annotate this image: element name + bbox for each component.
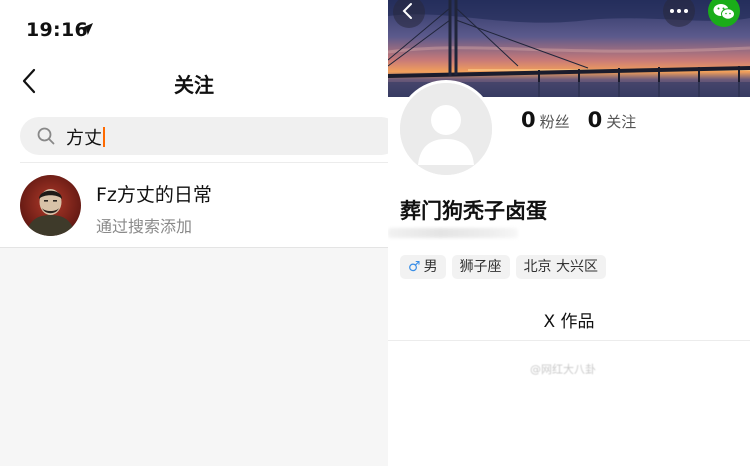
search-result-item[interactable]: Fz方丈的日常 通过搜索添加 (0, 163, 388, 247)
gender-tag: ♂ 男 (400, 255, 446, 279)
chevron-left-icon (402, 3, 412, 19)
search-bar[interactable]: 方丈 (20, 117, 388, 155)
profile-stats: 0 粉丝 0 关注 (521, 108, 636, 132)
search-icon (37, 127, 55, 145)
follow-search-screen: 19:16 关注 方丈 Fz方丈的日常 通过搜索添加 (0, 0, 388, 466)
following-label[interactable]: 关注 (606, 113, 636, 131)
wechat-share-button[interactable] (708, 0, 740, 27)
divider (388, 340, 750, 341)
user-avatar[interactable] (20, 175, 81, 236)
zodiac-tag: 狮子座 (451, 255, 510, 279)
follow-search-header: 19:16 关注 方丈 Fz方丈的日常 通过搜索添加 (0, 0, 388, 248)
profile-screen: 0 粉丝 0 关注 葬门狗秃子卤蛋 ♂ 男 狮子座 北京 大兴区 X 作品 @网红大八… (388, 0, 750, 466)
location-arrow-icon (81, 23, 93, 35)
user-source-label: 通过搜索添加 (96, 217, 193, 236)
works-tab[interactable]: X 作品 (388, 307, 750, 332)
search-input[interactable]: 方丈 (66, 124, 105, 150)
location-tag: 北京 大兴区 (515, 255, 607, 279)
search-input-value: 方丈 (66, 128, 102, 149)
watermark: @网红大八卦 (530, 363, 596, 376)
profile-tags: ♂ 男 狮子座 北京 大兴区 (400, 255, 607, 279)
divider (0, 247, 388, 248)
following-count[interactable]: 0 (588, 108, 603, 132)
text-caret (103, 127, 105, 147)
fans-count[interactable]: 0 (521, 108, 536, 132)
profile-avatar[interactable] (397, 80, 495, 178)
user-name[interactable]: Fz方丈的日常 (96, 180, 212, 207)
blurred-signature (388, 228, 518, 238)
male-icon: ♂ (408, 259, 421, 275)
status-time: 19:16 (26, 19, 88, 41)
page-title: 关注 (174, 73, 214, 97)
default-avatar-icon (400, 83, 492, 175)
fans-label[interactable]: 粉丝 (540, 113, 570, 131)
more-dots-icon (670, 9, 674, 13)
profile-nickname: 葬门狗秃子卤蛋 (400, 199, 547, 223)
wechat-icon (713, 4, 735, 20)
